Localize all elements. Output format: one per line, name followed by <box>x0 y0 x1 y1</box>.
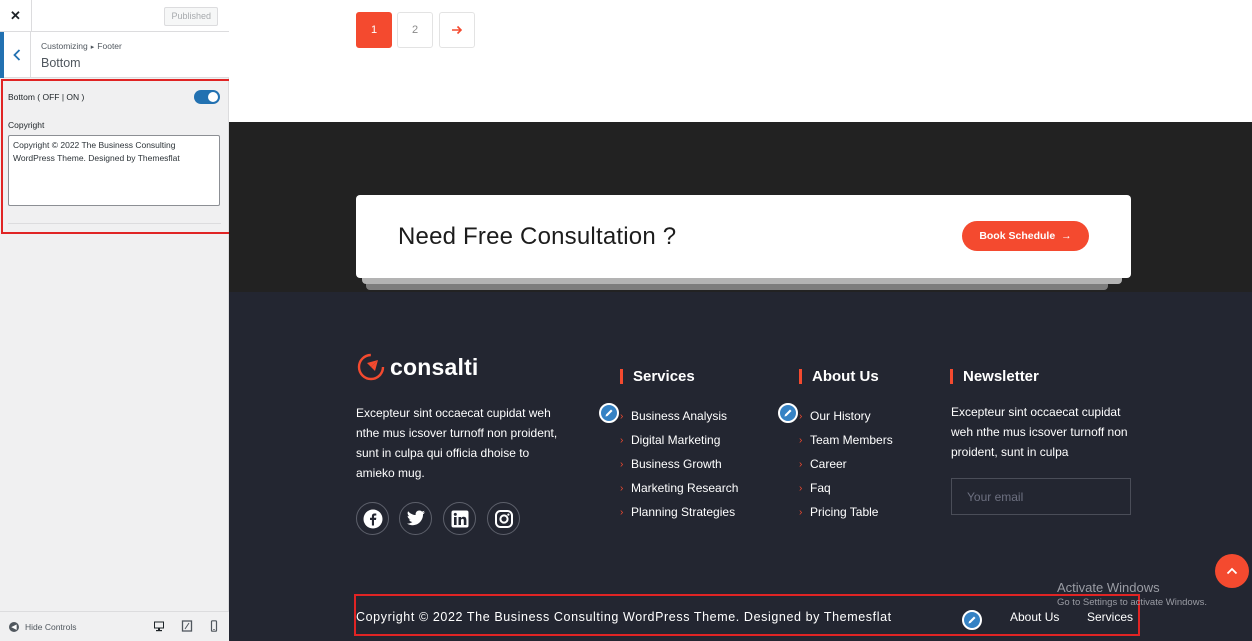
chevron-right-icon: › <box>799 482 803 494</box>
arrow-right-icon: → <box>1061 230 1072 242</box>
logo-text: consalti <box>390 353 479 380</box>
footer-link-label: Our History <box>810 409 871 423</box>
chevron-right-icon: › <box>620 434 624 446</box>
breadcrumb: Customizing ▸ Footer <box>41 41 122 51</box>
footer-link-business-analysis[interactable]: › Business Analysis <box>620 404 738 428</box>
arrow-right-icon <box>452 25 463 35</box>
chevron-right-icon: › <box>620 506 624 518</box>
desktop-icon[interactable] <box>153 620 165 632</box>
instagram-link[interactable] <box>487 502 520 535</box>
twitter-icon <box>406 510 425 526</box>
footer-link-career[interactable]: › Career <box>799 452 893 476</box>
chevron-up-icon <box>1226 567 1238 575</box>
footer-link-marketing-research[interactable]: › Marketing Research <box>620 476 738 500</box>
footer-about-text: Excepteur sint occaecat cupidat weh nthe… <box>356 406 558 480</box>
footer-copyright-text: Copyright © 2022 The Business Consulting… <box>356 610 892 624</box>
newsletter-text: Excepteur sint occaecat cupidat weh nthe… <box>951 405 1128 459</box>
twitter-link[interactable] <box>399 502 432 535</box>
footer-link-label: Business Growth <box>631 457 722 471</box>
edit-shortcut-services[interactable] <box>599 403 619 423</box>
cta-card: Need Free Consultation ? Book Schedule → <box>356 195 1131 278</box>
footer-services-title: Services <box>620 369 695 384</box>
chevron-right-icon: › <box>799 434 803 446</box>
copyright-label: Copyright <box>8 120 45 130</box>
pagination-page-1[interactable]: 1 <box>356 12 392 48</box>
footer-logo[interactable]: consalti <box>356 352 479 382</box>
activate-windows-title: Activate Windows <box>1057 580 1160 595</box>
about-link-list: › Our History › Team Members › Career › Faq … <box>799 404 893 524</box>
footer-link-our-history[interactable]: › Our History <box>799 404 893 428</box>
facebook-link[interactable] <box>356 502 389 535</box>
footer-link-digital-marketing[interactable]: › Digital Marketing <box>620 428 738 452</box>
footer-link-label: Faq <box>810 481 831 495</box>
back-button[interactable] <box>0 32 31 78</box>
instagram-icon <box>494 509 513 528</box>
footer-link-label: Marketing Research <box>631 481 739 495</box>
breadcrumb-section: Footer <box>97 41 122 51</box>
footer-link-business-growth[interactable]: › Business Growth <box>620 452 738 476</box>
footer-link-label: Planning Strategies <box>631 505 736 519</box>
footer-bottom-link-about[interactable]: About Us <box>1010 610 1059 624</box>
footer-link-label: Pricing Table <box>810 505 879 519</box>
footer-link-label: Business Analysis <box>631 409 728 423</box>
pencil-icon <box>605 409 613 417</box>
mobile-icon[interactable] <box>208 620 220 632</box>
copyright-textarea[interactable] <box>8 135 220 206</box>
scroll-to-top-button[interactable] <box>1215 554 1249 588</box>
breadcrumb-separator: ▸ <box>90 44 95 51</box>
chevron-right-icon: › <box>620 482 624 494</box>
newsletter-email-input[interactable] <box>952 489 1122 504</box>
chevron-right-icon: › <box>620 410 624 422</box>
pencil-icon <box>968 616 976 624</box>
footer-link-faq[interactable]: › Faq <box>799 476 893 500</box>
published-button[interactable]: Published <box>164 7 218 26</box>
footer-about-title: About Us <box>799 369 879 384</box>
rocket-logo-icon <box>357 353 385 381</box>
close-customizer-button[interactable]: ✕ <box>0 0 32 32</box>
hide-controls-button[interactable]: ◀ Hide Controls <box>9 622 77 632</box>
footer-link-team-members[interactable]: › Team Members <box>799 428 893 452</box>
edit-shortcut-bottom[interactable] <box>962 610 982 630</box>
chevron-right-icon: › <box>799 506 803 518</box>
customizer-header-bar: ✕ Published <box>0 0 229 32</box>
book-schedule-button[interactable]: Book Schedule → <box>962 221 1089 251</box>
pencil-icon <box>784 409 792 417</box>
cta-title: Need Free Consultation ? <box>398 223 677 250</box>
hide-controls-label: Hide Controls <box>25 622 77 632</box>
newsletter-form <box>951 478 1131 515</box>
collapse-icon: ◀ <box>9 622 19 632</box>
footer-link-label: Career <box>810 457 847 471</box>
breadcrumb-parent: Customizing <box>41 41 88 51</box>
pagination-next-button[interactable] <box>439 12 475 48</box>
book-schedule-label: Book Schedule <box>979 230 1056 242</box>
pagination-page-2[interactable]: 2 <box>397 12 433 48</box>
services-link-list: › Business Analysis › Digital Marketing › B… <box>620 404 738 524</box>
facebook-icon <box>363 509 382 528</box>
edit-shortcut-about[interactable] <box>778 403 798 423</box>
site-preview: 1 2 Need Free Consultation ? Book Schedu… <box>229 0 1252 641</box>
divider <box>8 223 221 224</box>
footer-link-planning-strategies[interactable]: › Planning Strategies <box>620 500 738 524</box>
bottom-toggle[interactable] <box>194 90 220 104</box>
linkedin-link[interactable] <box>443 502 476 535</box>
chevron-right-icon: › <box>799 458 803 470</box>
customizer-footer: ◀ Hide Controls <box>0 611 229 641</box>
footer-newsletter-title: Newsletter <box>950 369 1039 384</box>
tablet-icon[interactable] <box>181 620 193 632</box>
chevron-left-icon <box>13 49 21 61</box>
footer-link-pricing-table[interactable]: › Pricing Table <box>799 500 893 524</box>
activate-windows-subtitle: Go to Settings to activate Windows. <box>1057 597 1207 608</box>
section-header: Customizing ▸ Footer Bottom <box>0 32 229 78</box>
customizer-sidebar: ✕ Published Customizing ▸ Footer Bottom Bo… <box>0 0 231 641</box>
chevron-right-icon: › <box>620 458 624 470</box>
bottom-toggle-label: Bottom ( OFF | ON ) <box>8 92 85 102</box>
linkedin-icon <box>451 510 468 527</box>
footer-bottom-link-services[interactable]: Services <box>1087 610 1133 624</box>
toggle-knob <box>208 92 218 102</box>
chevron-right-icon: › <box>799 410 803 422</box>
footer-link-label: Digital Marketing <box>631 433 721 447</box>
section-title: Bottom <box>41 56 81 70</box>
footer-link-label: Team Members <box>810 433 893 447</box>
